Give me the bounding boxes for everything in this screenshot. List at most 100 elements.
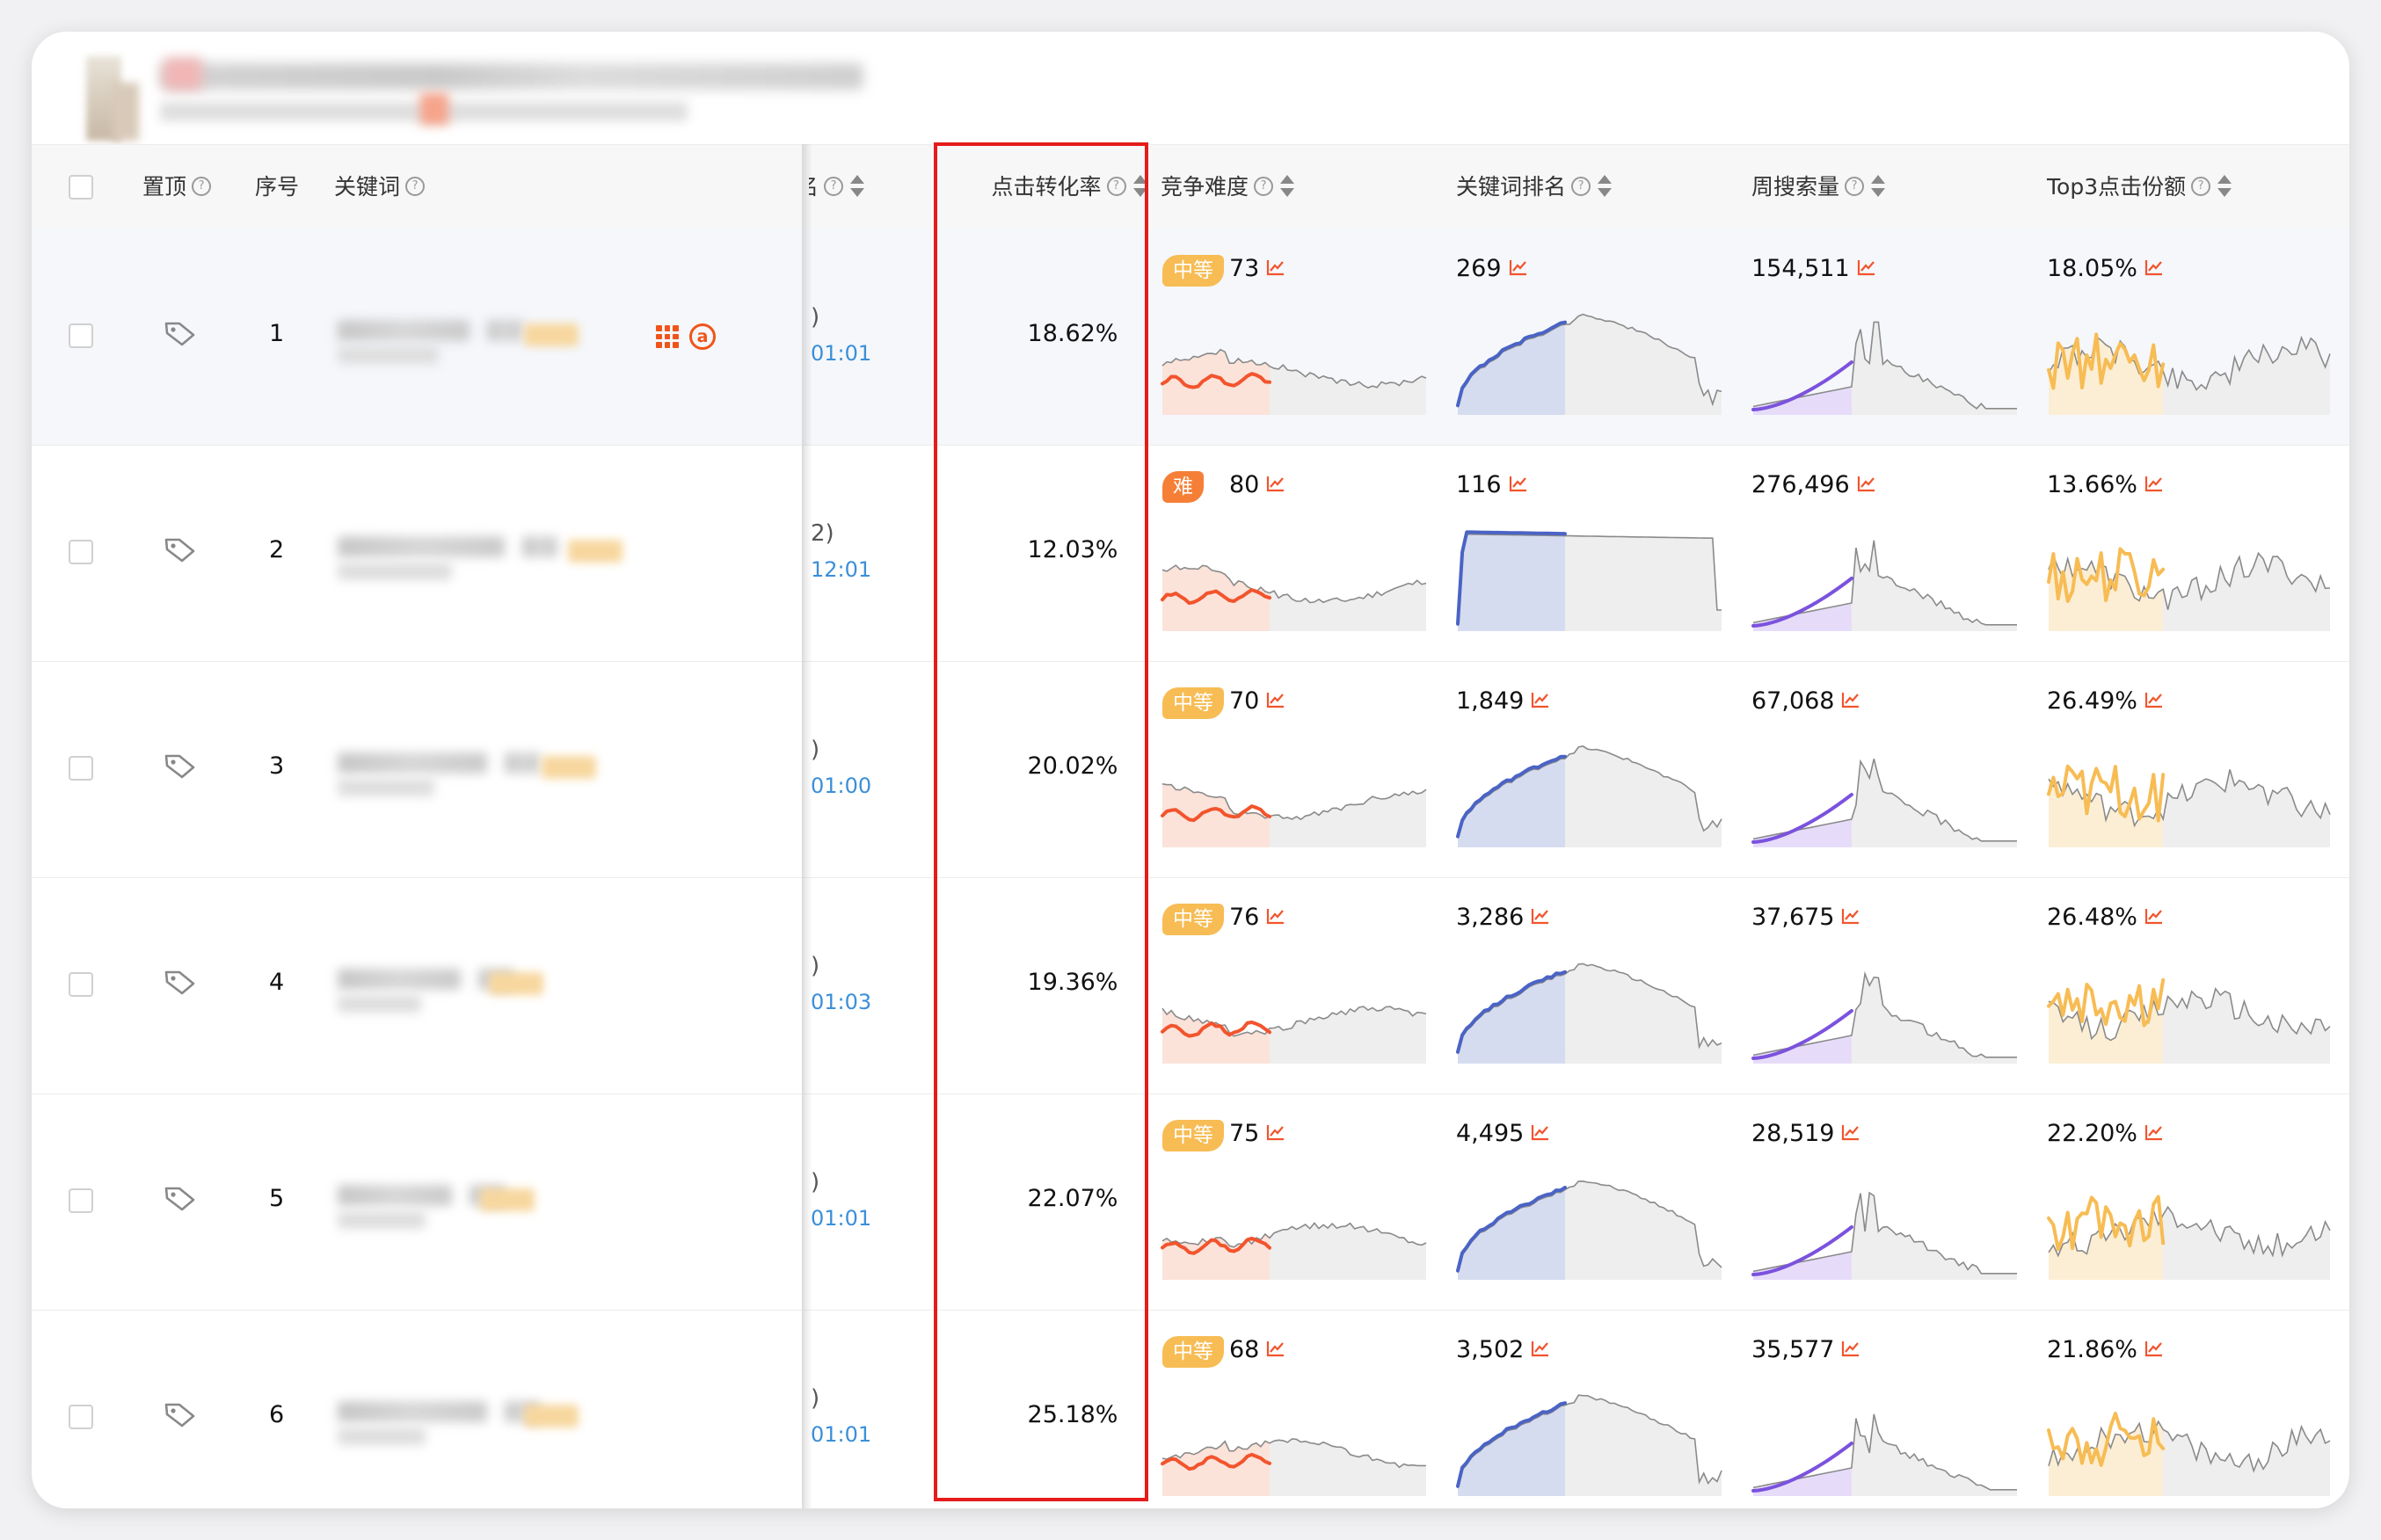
trend-chart-icon[interactable] (2144, 691, 2164, 708)
trend-chart-icon[interactable] (1841, 907, 1860, 925)
table-row[interactable]: 6 ) 01:01 25.18% 中等 68 3,502 35,577 21.8… (32, 1310, 2349, 1508)
tag-icon[interactable] (164, 536, 197, 563)
difficulty-sparkline (1161, 1438, 1426, 1496)
difficulty-value: 68 (1229, 1336, 1285, 1363)
trend-chart-icon[interactable] (1857, 258, 1876, 276)
help-icon[interactable]: ? (2191, 177, 2211, 196)
difficulty-badge: 难 (1162, 471, 1204, 503)
difficulty-value: 75 (1229, 1120, 1285, 1147)
trend-chart-icon[interactable] (2144, 475, 2164, 492)
rank-number: 269 (1456, 255, 1502, 282)
tag-icon[interactable] (164, 1185, 197, 1211)
trend-chart-icon[interactable] (2144, 258, 2164, 276)
conversion-rate: 25.18% (1027, 1401, 1118, 1428)
difficulty-number: 70 (1229, 687, 1260, 715)
sparkline-colored-area (1162, 783, 1271, 847)
keyword-blurred (338, 995, 421, 1013)
trend-chart-icon[interactable] (1841, 1340, 1860, 1357)
row-checkbox[interactable] (69, 756, 93, 781)
table-row[interactable]: 3 ) 01:00 20.02% 中等 70 1,849 67,068 26.4… (32, 661, 2349, 878)
trend-chart-icon[interactable] (1266, 691, 1285, 708)
trend-chart-icon[interactable] (1266, 258, 1285, 276)
trend-chart-icon[interactable] (1266, 907, 1285, 925)
trend-chart-icon[interactable] (2144, 1340, 2164, 1357)
sort-icon[interactable] (1598, 175, 1613, 198)
trend-chart-icon[interactable] (1266, 1123, 1285, 1141)
amazon-icon[interactable]: a (689, 323, 716, 350)
partial-time-link[interactable]: 01:01 (811, 1206, 871, 1231)
col-difficulty[interactable]: 竞争难度? (1161, 145, 1295, 229)
sparkline-colored-area (1753, 603, 1852, 631)
sort-icon[interactable] (2217, 175, 2232, 198)
sort-icon[interactable] (1871, 175, 1886, 198)
row-checkbox[interactable] (69, 972, 93, 997)
col-top3-label: Top3点击份额 (2047, 174, 2187, 200)
col-rank[interactable]: 关键词排名? (1456, 145, 1613, 229)
keyword-table-card: 置顶? 序号 关键词? 名? 点击转化率? 竞争难度? 关键词排名? 周搜索量?… (32, 32, 2349, 1508)
search-volume-number: 276,496 (1751, 471, 1850, 498)
trend-chart-icon[interactable] (1531, 691, 1550, 708)
tag-icon[interactable] (164, 1401, 197, 1427)
help-icon[interactable]: ? (405, 177, 426, 196)
row-checkbox[interactable] (69, 1188, 93, 1213)
top3-share-value: 26.49% (2047, 687, 2164, 715)
table-row[interactable]: 2 2) 12:01 12.03% 难 80 116 276,496 13.66… (32, 445, 2349, 662)
table-row[interactable]: 1 a ) 01:01 18.62% 中等 73 269 154,511 18.… (32, 229, 2349, 446)
rank-number: 3,286 (1456, 904, 1525, 931)
partial-time-link[interactable]: 01:01 (811, 1422, 871, 1447)
col-conversion-label: 点击转化率 (991, 174, 1102, 200)
trend-chart-icon[interactable] (1531, 1340, 1550, 1357)
trend-chart-icon[interactable] (1531, 907, 1550, 925)
table-row[interactable]: 5 ) 01:01 22.07% 中等 75 4,495 28,519 22.2… (32, 1093, 2349, 1311)
partial-time-link[interactable]: 12:01 (811, 557, 871, 582)
sort-icon[interactable] (850, 175, 865, 198)
keyword-blurred (338, 563, 452, 580)
help-icon[interactable]: ? (192, 177, 212, 196)
col-partial: 名? (809, 145, 914, 229)
col-top3[interactable]: Top3点击份额? (2047, 145, 2232, 229)
keyword-tag-blurred (524, 323, 579, 346)
sparkline-colored-area (1753, 387, 1852, 415)
table-row[interactable]: 4 ) 01:03 19.36% 中等 76 3,286 37,675 26.4… (32, 877, 2349, 1094)
col-search[interactable]: 周搜索量? (1751, 145, 1886, 229)
help-icon[interactable]: ? (1254, 177, 1274, 196)
sort-icon[interactable] (1132, 175, 1147, 198)
partial-time-link[interactable]: 01:00 (811, 774, 871, 798)
tag-icon[interactable] (164, 320, 197, 346)
top3-sparkline (2047, 977, 2331, 1064)
trend-chart-icon[interactable] (1841, 691, 1860, 708)
partial-time-link[interactable]: 01:03 (811, 990, 871, 1014)
trend-chart-icon[interactable] (1531, 1123, 1550, 1141)
row-checkbox[interactable] (69, 540, 93, 564)
top3-sparkline (2047, 547, 2331, 631)
select-all-checkbox[interactable] (69, 175, 93, 200)
search-sparkline (1751, 1413, 2017, 1496)
keyword-blurred (505, 752, 540, 774)
partial-time-link[interactable]: 01:01 (811, 341, 871, 366)
trend-chart-icon[interactable] (1509, 258, 1528, 276)
grid-icon[interactable] (656, 325, 679, 348)
help-icon[interactable]: ? (1106, 177, 1126, 196)
trend-chart-icon[interactable] (1857, 475, 1876, 492)
search-volume-number: 154,511 (1751, 255, 1850, 282)
search-volume-value: 67,068 (1751, 687, 1860, 715)
tag-icon[interactable] (164, 969, 197, 995)
tag-icon[interactable] (164, 752, 197, 779)
trend-chart-icon[interactable] (1841, 1123, 1860, 1141)
help-icon[interactable]: ? (824, 177, 844, 196)
trend-chart-icon[interactable] (1266, 1340, 1285, 1357)
row-checkbox[interactable] (69, 323, 93, 348)
trend-chart-icon[interactable] (1509, 475, 1528, 492)
row-checkbox[interactable] (69, 1405, 93, 1429)
keyword-blurred (338, 1211, 426, 1229)
trend-chart-icon[interactable] (2144, 1123, 2164, 1141)
help-icon[interactable]: ? (1845, 177, 1865, 196)
sort-icon[interactable] (1280, 175, 1295, 198)
trend-chart-icon[interactable] (1266, 475, 1285, 492)
col-conversion[interactable]: 点击转化率? (965, 145, 1173, 229)
search-sparkline (1751, 540, 2017, 631)
trend-chart-icon[interactable] (2144, 907, 2164, 925)
help-icon[interactable]: ? (1571, 177, 1591, 196)
difficulty-value: 73 (1229, 255, 1285, 282)
difficulty-sparkline (1161, 1222, 1427, 1280)
